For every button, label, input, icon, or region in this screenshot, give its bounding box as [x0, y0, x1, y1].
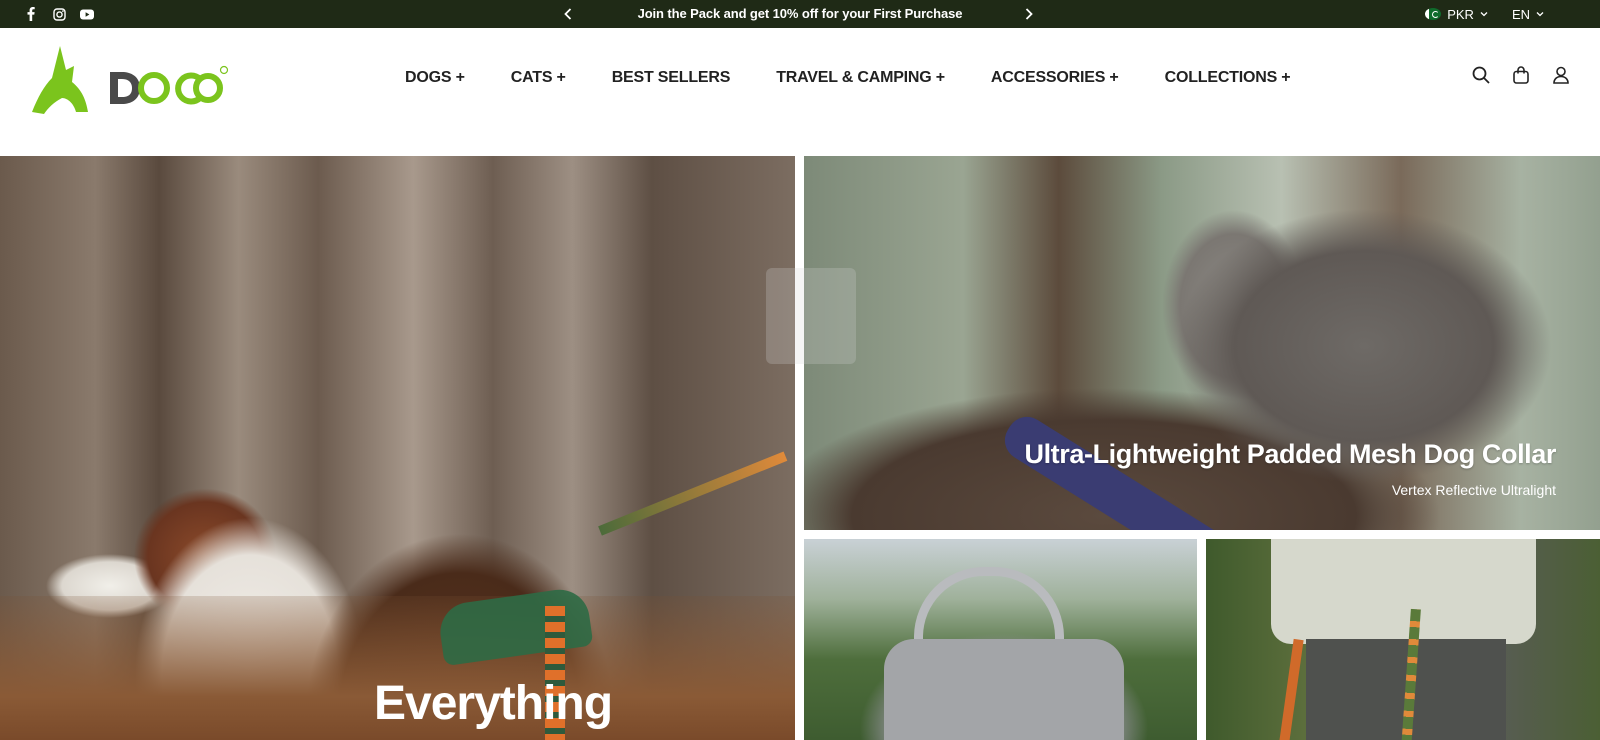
announcement-prev-button[interactable] [559, 5, 577, 23]
facebook-icon[interactable] [24, 7, 38, 21]
nav-travel-camping[interactable]: TRAVEL & CAMPING + [776, 69, 945, 87]
hero-main-title: Everything [374, 677, 613, 730]
account-icon[interactable] [1552, 66, 1570, 84]
person-jacket [1271, 539, 1536, 644]
nav-dogs[interactable]: DOGS + [405, 69, 465, 87]
hero-leash [598, 451, 788, 536]
chevron-down-icon [1536, 12, 1544, 17]
announcement-next-button[interactable] [1020, 5, 1038, 23]
leash-strap-orange [1278, 638, 1304, 740]
doco-logo[interactable] [30, 42, 230, 118]
instagram-icon[interactable] [52, 7, 66, 21]
site-header: DOGS + CATS + BEST SELLERS TRAVEL & CAMP… [0, 28, 1600, 156]
announcement-bar: Join the Pack and get 10% off for your F… [0, 0, 1600, 28]
image-overlay-placeholder [766, 268, 856, 364]
social-links [24, 0, 94, 28]
chevron-down-icon [1480, 12, 1488, 17]
search-icon[interactable] [1472, 66, 1490, 84]
nav-collections[interactable]: COLLECTIONS + [1165, 69, 1291, 87]
collar-banner[interactable]: Ultra-Lightweight Padded Mesh Dog Collar… [804, 156, 1600, 530]
cart-icon[interactable] [1512, 66, 1530, 84]
nav-cats[interactable]: CATS + [511, 69, 566, 87]
logo-mark [32, 46, 229, 114]
bag-banner[interactable] [804, 539, 1197, 740]
youtube-icon[interactable] [80, 7, 94, 21]
collar-banner-title: Ultra-Lightweight Padded Mesh Dog Collar [1024, 439, 1556, 469]
header-actions [1472, 66, 1570, 84]
hero-banner-main[interactable] [0, 156, 795, 740]
language-selector[interactable]: EN [1512, 7, 1544, 22]
nav-accessories[interactable]: ACCESSORIES + [991, 69, 1119, 87]
bag-body [884, 639, 1124, 740]
locale-selectors: PKR EN [1425, 0, 1544, 28]
currency-selector[interactable]: PKR [1425, 7, 1488, 22]
nav-best-sellers[interactable]: BEST SELLERS [612, 69, 731, 87]
leash-banner[interactable] [1206, 539, 1600, 740]
pakistan-flag-icon [1425, 8, 1442, 20]
main-navigation: DOGS + CATS + BEST SELLERS TRAVEL & CAMP… [405, 28, 1291, 128]
currency-label: PKR [1447, 6, 1474, 22]
language-label: EN [1511, 6, 1530, 22]
collar-banner-subtitle: Vertex Reflective Ultralight [1391, 482, 1556, 498]
chevron-left-icon [564, 8, 572, 20]
chevron-right-icon [1025, 8, 1033, 20]
announcement-text[interactable]: Join the Pack and get 10% off for your F… [590, 0, 1010, 28]
